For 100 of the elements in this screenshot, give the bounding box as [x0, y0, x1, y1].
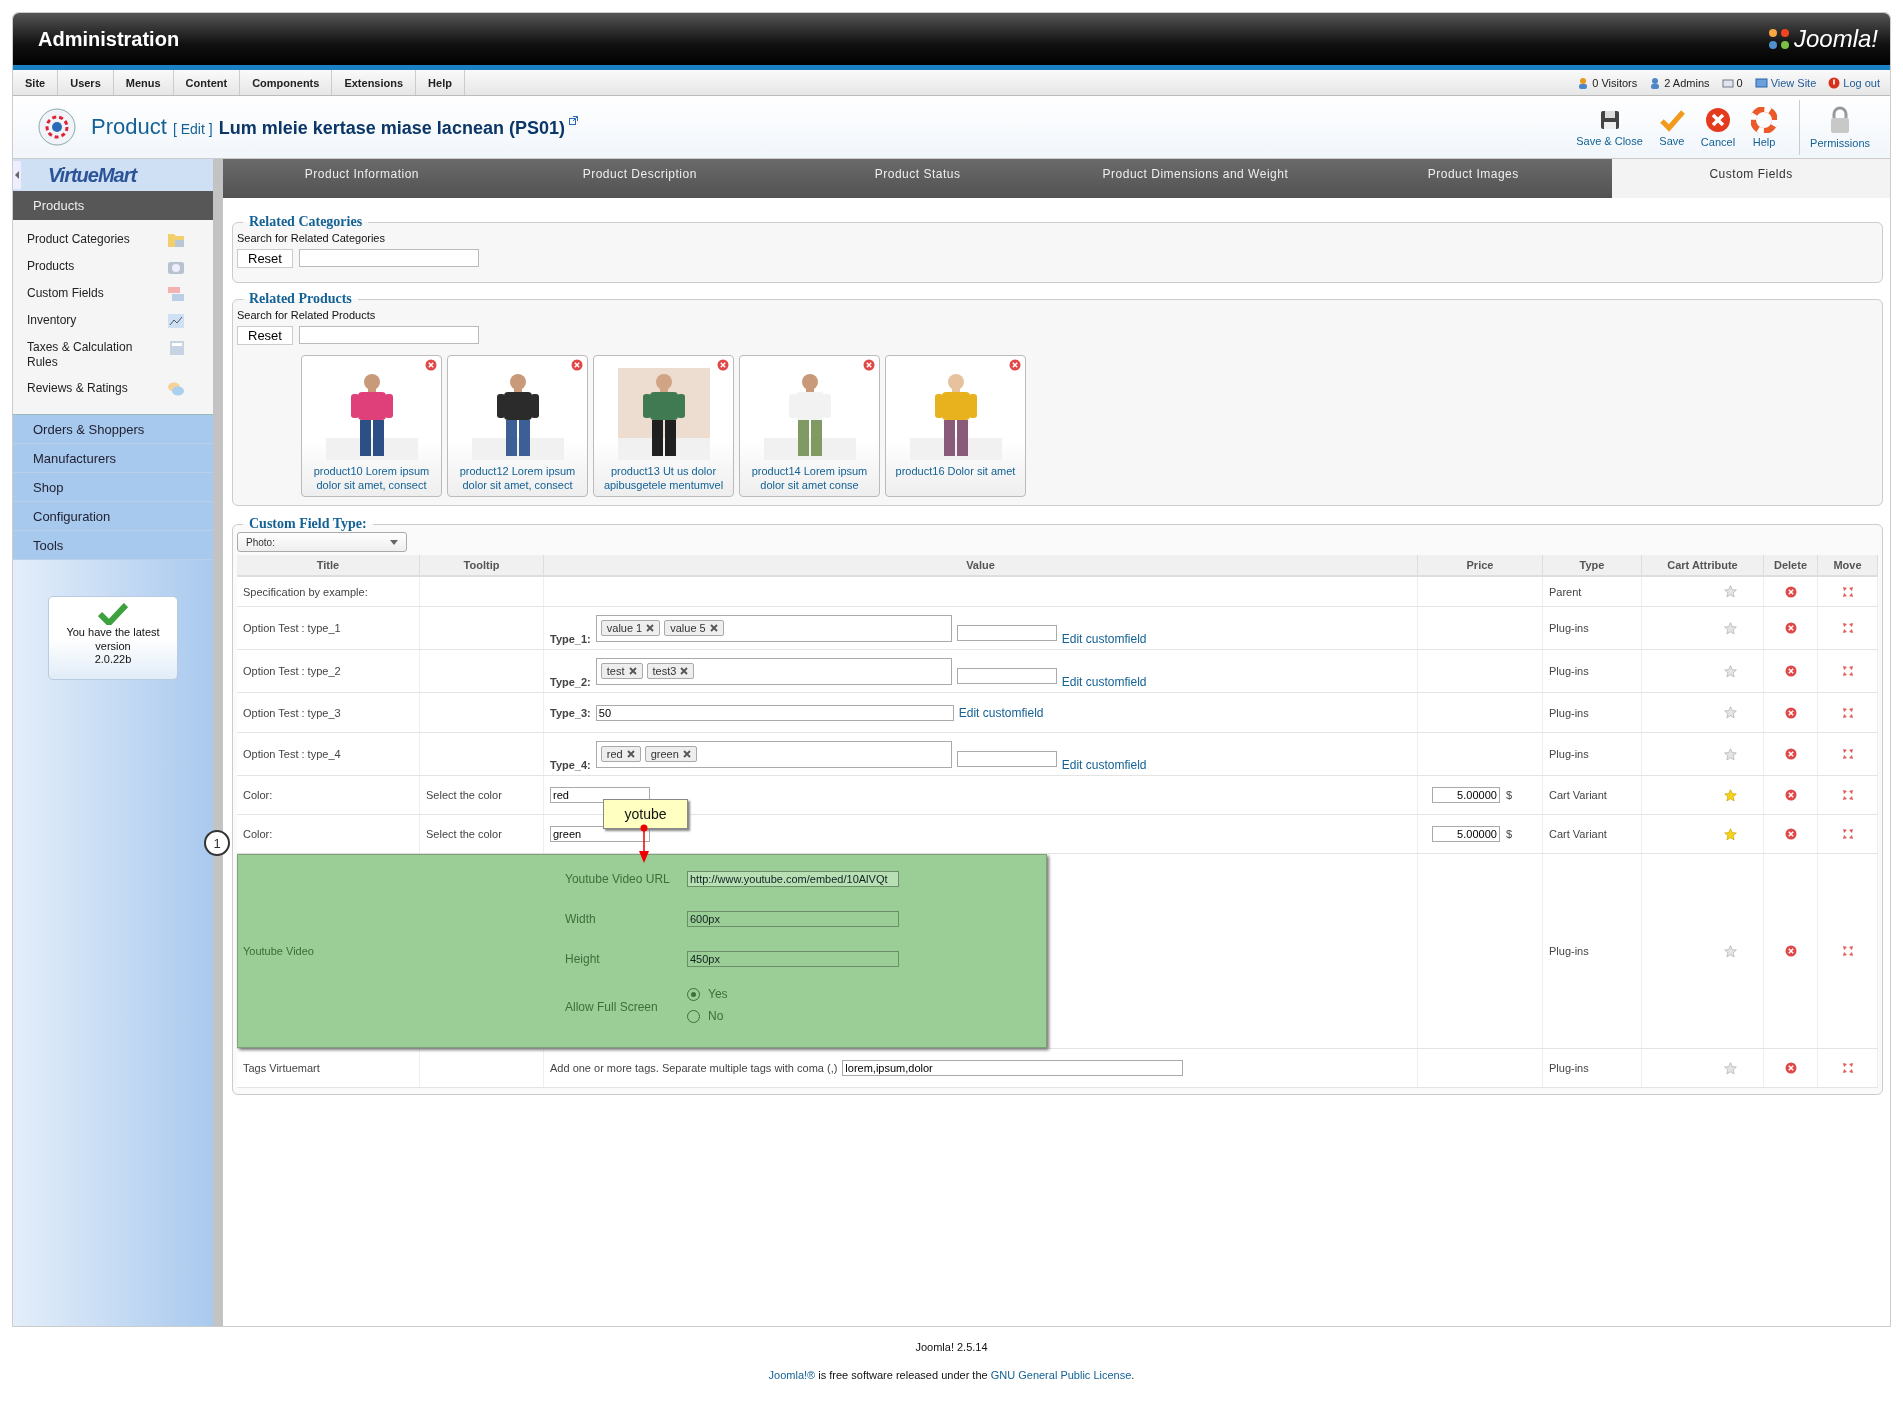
- move-icon[interactable]: [1841, 1062, 1854, 1074]
- text-field[interactable]: [956, 751, 1057, 767]
- delete-icon[interactable]: [1784, 585, 1797, 598]
- move-icon[interactable]: [1841, 665, 1854, 677]
- product-card[interactable]: product10 Lorem ipsum dolor sit amet, consect: [301, 355, 442, 497]
- product-name-link[interactable]: product16 Dolor sit amet: [889, 464, 1022, 478]
- text-field[interactable]: lorem,ipsum,dolor: [842, 1060, 1184, 1076]
- star-icon[interactable]: [1724, 747, 1737, 761]
- text-field[interactable]: [956, 668, 1057, 684]
- remove-icon[interactable]: [717, 359, 729, 371]
- toolbar-button[interactable]: Permissions: [1799, 99, 1880, 155]
- delete-icon[interactable]: [1784, 828, 1797, 840]
- edit-customfield-link[interactable]: Edit customfield: [1061, 758, 1147, 772]
- product-card[interactable]: product12 Lorem ipsum dolor sit amet, consect: [447, 355, 588, 497]
- search-field[interactable]: [298, 249, 479, 267]
- tab[interactable]: Product Description: [500, 159, 779, 198]
- tab[interactable]: Product Dimensions and Weight: [1056, 159, 1335, 198]
- tag-chip[interactable]: green: [644, 746, 697, 762]
- delete-icon[interactable]: [1784, 706, 1797, 719]
- product-name-link[interactable]: product14 Lorem ipsum dolor sit amet conse: [743, 464, 876, 492]
- star-icon[interactable]: [1724, 788, 1737, 802]
- search-field[interactable]: [298, 326, 479, 344]
- sidebar-section-header[interactable]: Products: [13, 191, 213, 220]
- tag-chip[interactable]: test: [600, 663, 643, 679]
- delete-icon[interactable]: [1784, 945, 1797, 957]
- remove-icon[interactable]: [1009, 359, 1021, 371]
- move-icon[interactable]: [1841, 748, 1854, 760]
- product-name-link[interactable]: product13 Ut us dolor apibusgetele mentumvel: [597, 464, 730, 492]
- menu-item[interactable]: Help: [416, 70, 465, 95]
- sidebar-item[interactable]: Taxes & Calculation Rules: [13, 340, 213, 370]
- star-icon[interactable]: [1724, 706, 1737, 719]
- text-field[interactable]: 600px: [687, 911, 899, 927]
- menu-item[interactable]: Users: [58, 70, 114, 95]
- tag-field[interactable]: red green: [595, 740, 952, 768]
- menu-item[interactable]: Components: [240, 70, 333, 95]
- remove-icon[interactable]: [571, 359, 583, 371]
- tab[interactable]: Product Information: [223, 159, 501, 198]
- move-icon[interactable]: [1841, 828, 1854, 840]
- star-icon[interactable]: [1724, 1061, 1737, 1075]
- remove-icon[interactable]: [425, 359, 437, 371]
- tab[interactable]: Product Status: [778, 159, 1057, 198]
- status-link[interactable]: View Site: [1754, 76, 1817, 89]
- menu-item[interactable]: Content: [173, 70, 241, 95]
- move-icon[interactable]: [1841, 706, 1854, 719]
- menu-item[interactable]: Extensions: [332, 70, 417, 95]
- star-icon[interactable]: [1724, 585, 1737, 598]
- sidebar-group[interactable]: Manufacturers: [13, 444, 213, 473]
- close-icon[interactable]: [680, 667, 689, 675]
- reset-button[interactable]: Reset: [237, 326, 293, 345]
- product-card[interactable]: product16 Dolor sit amet: [885, 355, 1026, 497]
- price-field[interactable]: 5.00000: [1431, 826, 1500, 842]
- field-type-dropdown[interactable]: Photo:: [237, 532, 407, 552]
- delete-icon[interactable]: [1784, 789, 1797, 801]
- text-field[interactable]: http://www.youtube.com/embed/10AlVQt: [687, 871, 899, 887]
- joomla-link[interactable]: Joomla!®: [768, 1369, 816, 1381]
- close-icon[interactable]: [646, 624, 655, 632]
- close-icon[interactable]: [682, 750, 691, 758]
- external-link-icon[interactable]: [568, 115, 578, 125]
- sidebar-item[interactable]: Custom Fields: [13, 286, 213, 302]
- remove-icon[interactable]: [863, 359, 875, 371]
- sidebar-item[interactable]: Inventory: [13, 313, 213, 329]
- edit-customfield-link[interactable]: Edit customfield: [958, 705, 1044, 720]
- sidebar-item[interactable]: Product Categories: [13, 232, 213, 248]
- delete-icon[interactable]: [1784, 622, 1797, 634]
- close-icon[interactable]: [628, 667, 637, 675]
- status-link[interactable]: Log out: [1828, 76, 1880, 89]
- tag-chip[interactable]: test3: [646, 663, 695, 679]
- delete-icon[interactable]: [1784, 1062, 1797, 1074]
- status-link[interactable]: 2 Admins: [1649, 76, 1710, 89]
- tab[interactable]: Product Images: [1334, 159, 1613, 198]
- collapse-icon[interactable]: [13, 161, 21, 189]
- toolbar-button[interactable]: Help: [1743, 102, 1786, 152]
- move-icon[interactable]: [1841, 585, 1854, 598]
- star-icon[interactable]: [1724, 621, 1737, 635]
- close-icon[interactable]: [626, 750, 635, 758]
- menu-item[interactable]: Menus: [113, 70, 174, 95]
- star-icon[interactable]: [1724, 664, 1737, 678]
- edit-customfield-link[interactable]: Edit customfield: [1061, 675, 1147, 689]
- delete-icon[interactable]: [1784, 748, 1797, 760]
- tag-field[interactable]: test test3: [595, 657, 952, 685]
- toolbar-button[interactable]: Cancel: [1692, 102, 1744, 152]
- text-field[interactable]: 50: [595, 704, 954, 721]
- edit-customfield-link[interactable]: Edit customfield: [1061, 632, 1147, 646]
- joomla-logo[interactable]: Joomla!: [1766, 25, 1878, 53]
- sidebar-item[interactable]: Products: [13, 259, 213, 275]
- tag-chip[interactable]: value 5: [664, 620, 724, 636]
- text-field[interactable]: 450px: [687, 951, 899, 967]
- reset-button[interactable]: Reset: [237, 249, 293, 268]
- move-icon[interactable]: [1841, 789, 1854, 801]
- sidebar-group[interactable]: Shop: [13, 473, 213, 502]
- price-field[interactable]: 5.00000: [1431, 787, 1500, 803]
- status-link[interactable]: 0 Visitors: [1577, 76, 1638, 89]
- status-link[interactable]: 0: [1721, 76, 1743, 89]
- delete-icon[interactable]: [1784, 665, 1797, 677]
- toolbar-button[interactable]: Save: [1650, 103, 1693, 151]
- tag-chip[interactable]: red: [600, 746, 641, 762]
- sidebar-group[interactable]: Orders & Shoppers: [13, 415, 213, 444]
- sidebar-item[interactable]: Reviews & Ratings: [13, 381, 213, 397]
- text-field[interactable]: [956, 625, 1057, 641]
- tab[interactable]: Custom Fields: [1612, 159, 1890, 198]
